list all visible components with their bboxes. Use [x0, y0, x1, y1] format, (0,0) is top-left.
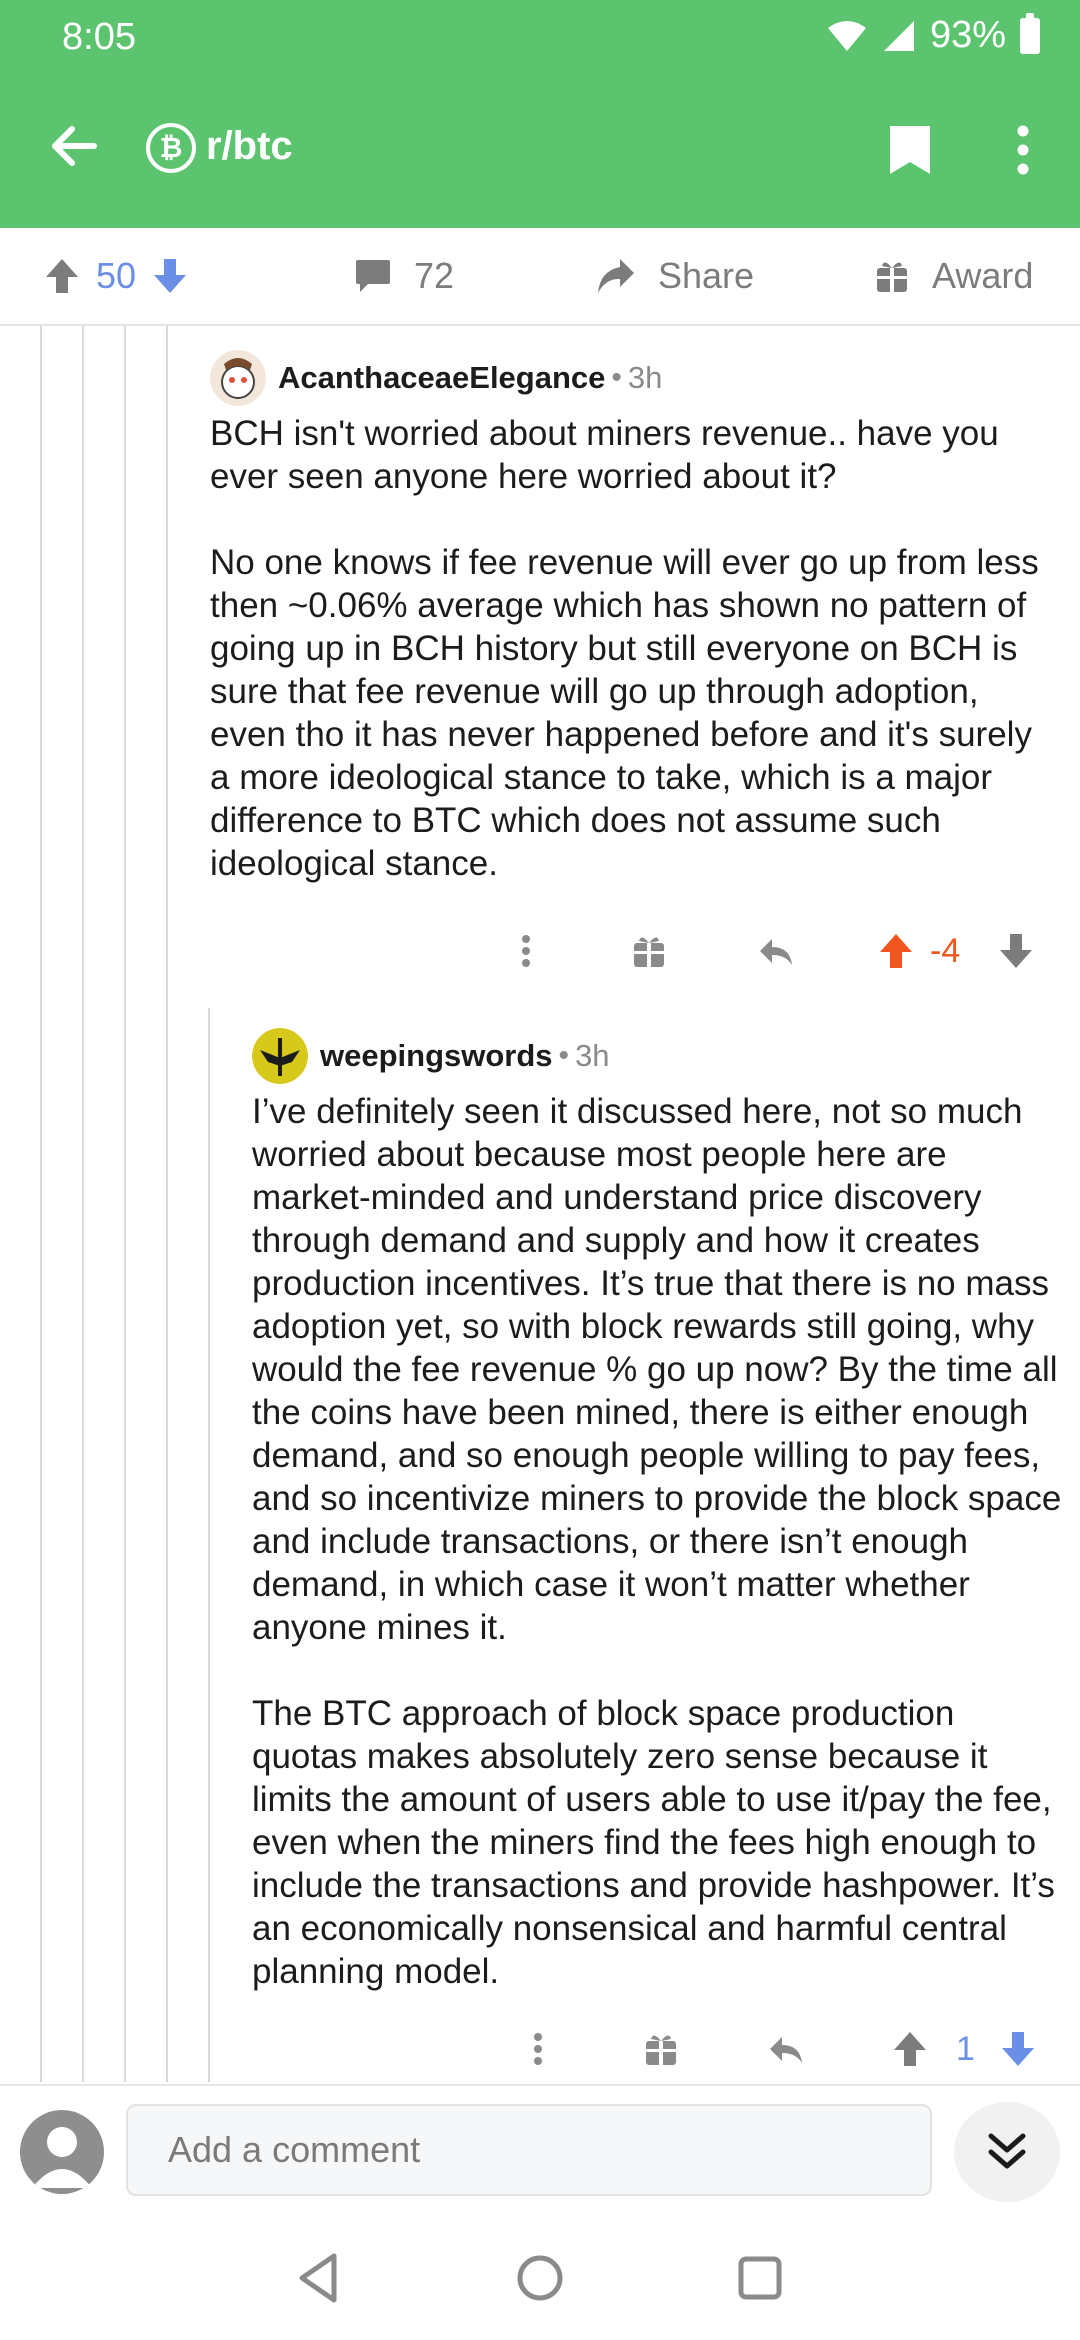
comment-time: 3h [575, 1038, 610, 1073]
share-button[interactable]: Share [596, 228, 754, 324]
user-avatar-icon [252, 1028, 308, 1084]
gift-icon[interactable] [632, 921, 666, 981]
comment-actions: 1 [480, 2019, 1060, 2079]
downvote-icon[interactable] [152, 257, 188, 295]
reply-icon[interactable] [756, 921, 796, 981]
post-score: 50 [96, 255, 137, 296]
award-button[interactable]: Award [874, 228, 1033, 324]
upvote-icon[interactable] [44, 257, 80, 295]
subreddit-icon[interactable]: ₿ [146, 123, 196, 173]
thread-rail[interactable] [40, 326, 42, 2082]
app-header: 8:05 93% ₿ r/btc [0, 0, 1080, 228]
comment-body: I’ve definitely seen it discussed here, … [252, 1090, 1062, 1993]
user-avatar[interactable] [252, 1028, 308, 1084]
toolbar: ₿ r/btc [0, 106, 1080, 196]
downvote-icon[interactable] [998, 921, 1034, 981]
comment-actions: -4 [470, 921, 1050, 981]
thread-rail[interactable] [124, 326, 126, 2082]
subreddit-name[interactable]: r/btc [206, 124, 293, 169]
upvote-icon[interactable] [878, 921, 914, 981]
award-label: Award [932, 255, 1034, 296]
collapse-threads-button[interactable] [954, 2102, 1060, 2202]
comment-author[interactable]: AcanthaceaeElegance [278, 360, 605, 396]
post-action-bar: 50 72 Share Award [0, 228, 1080, 326]
more-options-icon[interactable] [532, 2019, 544, 2079]
comment-paragraph: I’ve definitely seen it discussed here, … [252, 1092, 1062, 1647]
comment-paragraph: BCH isn't worried about miners revenue..… [210, 414, 999, 496]
comment-time: 3h [627, 360, 663, 395]
comment-score: 1 [956, 2029, 975, 2068]
downvote-icon[interactable] [1000, 2019, 1036, 2079]
battery-icon [1020, 12, 1040, 54]
comment: weepingswords • 3h I’ve definitely seen … [252, 1028, 1062, 1993]
gift-icon[interactable] [644, 2019, 678, 2079]
comment-header: AcanthaceaeElegance • 3h [210, 350, 1060, 406]
snoo-avatar-icon [210, 350, 266, 406]
separator-dot: • [558, 1039, 570, 1072]
bookmark-icon[interactable] [888, 124, 932, 176]
comments-count-button[interactable]: 72 [354, 228, 454, 324]
double-chevron-down-icon [988, 2133, 1026, 2169]
default-avatar-icon [32, 2127, 92, 2188]
status-time: 8:05 [62, 16, 136, 58]
user-avatar[interactable] [210, 350, 266, 406]
share-arrow-icon [598, 259, 634, 293]
nav-home-icon[interactable] [510, 2248, 570, 2308]
wifi-icon [827, 20, 866, 51]
thread-rail[interactable] [166, 326, 168, 2082]
status-icons: 93% [826, 12, 1040, 57]
battery-percent: 93% [929, 14, 1006, 56]
comment-bubble-icon [356, 260, 390, 292]
comment-score: -4 [930, 931, 961, 970]
comment-paragraph: No one knows if fee revenue will ever go… [210, 543, 1039, 883]
upvote-icon[interactable] [892, 2019, 928, 2079]
nav-back-icon[interactable] [290, 2248, 350, 2308]
back-arrow-icon[interactable] [46, 118, 102, 174]
comment-paragraph: The BTC approach of block space producti… [252, 1694, 1055, 1991]
comment-author[interactable]: weepingswords [320, 1038, 553, 1074]
comment-header: weepingswords • 3h [252, 1028, 1062, 1084]
more-options-icon[interactable] [520, 921, 532, 981]
reply-icon[interactable] [766, 2019, 806, 2079]
comment-composer: Add a comment [0, 2084, 1080, 2216]
post-vote-group: 50 [44, 228, 188, 324]
thread-rail[interactable] [82, 326, 84, 2082]
current-user-avatar[interactable] [20, 2110, 104, 2194]
comment-thread: AcanthaceaeElegance • 3h BCH isn't worri… [0, 326, 1080, 2082]
separator-dot: • [611, 361, 622, 394]
signal-icon [883, 20, 914, 51]
comment: AcanthaceaeElegance • 3h BCH isn't worri… [210, 350, 1060, 885]
share-label: Share [658, 255, 755, 296]
more-options-icon[interactable] [1016, 124, 1030, 176]
nav-recents-icon[interactable] [730, 2248, 790, 2308]
comment-body: BCH isn't worried about miners revenue..… [210, 412, 1060, 885]
thread-rail[interactable] [208, 1008, 210, 2082]
gift-icon [877, 262, 907, 292]
comments-count: 72 [414, 255, 455, 296]
system-nav-bar [0, 2214, 1080, 2340]
add-comment-input[interactable]: Add a comment [126, 2104, 932, 2196]
